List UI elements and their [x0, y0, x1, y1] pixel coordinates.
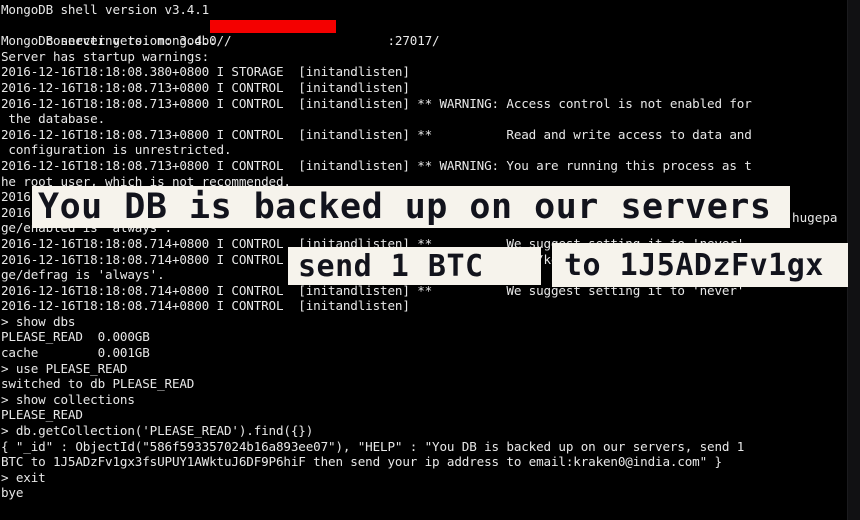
terminal-line: switched to db PLEASE_READ	[1, 376, 195, 392]
terminal-line: 2016-12-16T18:18:08.713+0800 I CONTROL […	[1, 79, 410, 95]
terminal-line: bye	[1, 485, 24, 501]
connection-string-text: connecting to: mongodb:// :27017/	[45, 33, 440, 49]
terminal-line: PLEASE_READ	[1, 407, 83, 423]
terminal-line: Server has startup warnings:	[1, 48, 210, 64]
terminal-line-command: > db.getCollection('PLEASE_READ').find({…	[1, 423, 314, 439]
terminal-line: 2016-12-16T18:18:08.714+0800 I CONTROL […	[1, 298, 410, 314]
terminal-line: 2016-12-16T18:18:08.380+0800 I STORAGE […	[1, 64, 410, 80]
terminal-line-redacted-host: connecting to: mongodb:// :27017/	[0, 18, 860, 48]
ransom-overlay-address: to 1J5ADzFv1gx	[552, 243, 848, 287]
ransom-overlay-amount: send 1 BTC	[288, 247, 541, 285]
terminal-line-command: > show dbs	[1, 313, 76, 329]
terminal-line-command: > exit	[1, 469, 46, 485]
redaction-bar	[210, 19, 336, 33]
terminal-line: PLEASE_READ 0.000GB	[1, 329, 150, 345]
terminal-screen: MongoDB shell version v3.4.1 connecting …	[0, 0, 860, 520]
terminal-line: the database.	[1, 111, 106, 127]
terminal-line-document: { "_id" : ObjectId("586f593357024b16a893…	[1, 438, 745, 454]
terminal-line: cache 0.001GB	[1, 345, 150, 361]
terminal-line: 2016-12-16T18:18:08.713+0800 I CONTROL […	[1, 95, 752, 111]
terminal-line: 2016-12-16T18:18:08.713+0800 I CONTROL […	[1, 126, 752, 142]
terminal-line: MongoDB shell version v3.4.1	[1, 2, 210, 17]
terminal-line-command: > show collections	[1, 391, 135, 407]
terminal-line-command: > use PLEASE_READ	[1, 360, 128, 376]
terminal-line-document: BTC to 1J5ADzFv1gx3fsUPUY1AWktuJ6DF9P6hi…	[1, 454, 722, 470]
ransom-overlay-line-1: You DB is backed up on our servers	[32, 186, 790, 228]
terminal-line: configuration is unrestricted.	[1, 142, 232, 158]
hugepa-text-fragment: hugepa	[792, 210, 838, 225]
terminal-line: 2016-12-16T18:18:08.713+0800 I CONTROL […	[1, 157, 752, 173]
